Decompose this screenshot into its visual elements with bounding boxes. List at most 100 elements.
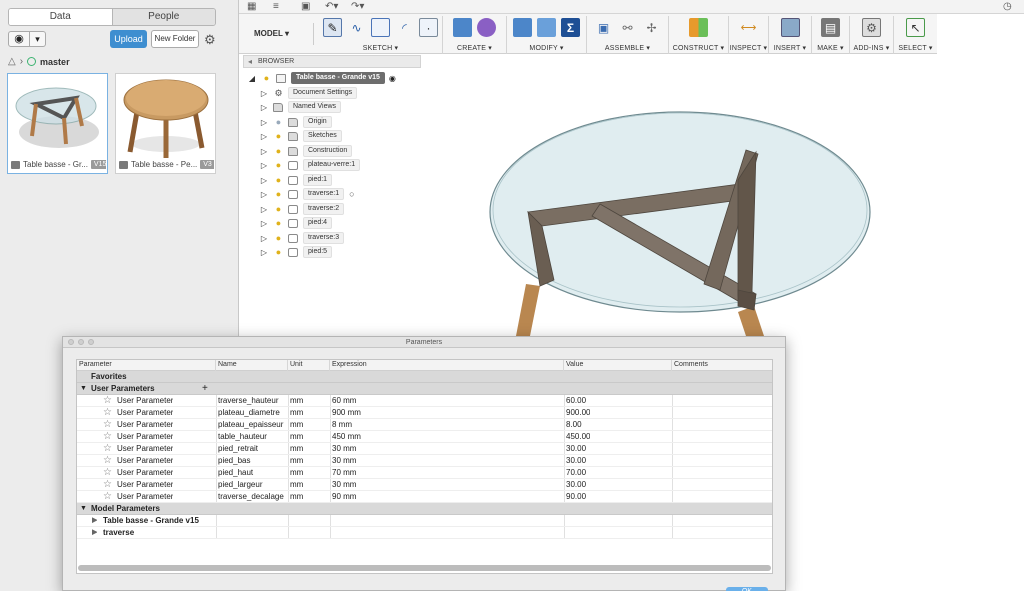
- table-row[interactable]: ☆ User Parameter pied_bas mm 30 mm 30.00: [77, 455, 772, 467]
- user-parameters-group[interactable]: ▼ User Parameters +: [77, 383, 772, 395]
- visibility-bulb-icon[interactable]: ●: [274, 175, 283, 185]
- tab-data[interactable]: Data: [9, 9, 113, 25]
- tree-node[interactable]: ▷ Named Views: [260, 101, 342, 113]
- press-pull-icon[interactable]: [513, 18, 532, 37]
- construct-menu[interactable]: CONSTRUCT ▾: [669, 44, 728, 52]
- param-name[interactable]: traverse_decalage: [218, 491, 286, 503]
- star-icon[interactable]: ☆: [103, 467, 112, 479]
- design-thumbnail[interactable]: Table basse - Pe... V3: [115, 73, 216, 174]
- expand-icon[interactable]: ▷: [260, 219, 268, 228]
- close-window-button[interactable]: [68, 339, 74, 345]
- select-icon[interactable]: ↖: [906, 18, 925, 37]
- star-icon[interactable]: ☆: [103, 419, 112, 431]
- param-unit[interactable]: mm: [290, 431, 303, 443]
- extrude-icon[interactable]: [453, 18, 472, 37]
- upload-button[interactable]: Upload: [110, 30, 147, 48]
- param-name[interactable]: pied_bas: [218, 455, 286, 467]
- table-row[interactable]: ☆ User Parameter pied_retrait mm 30 mm 3…: [77, 443, 772, 455]
- create-form-icon[interactable]: [477, 18, 496, 37]
- param-name[interactable]: table_hauteur: [218, 431, 286, 443]
- sketch-icon[interactable]: ✎: [323, 18, 342, 37]
- expand-icon[interactable]: ▷: [260, 161, 268, 170]
- table-row[interactable]: ☆ User Parameter traverse_hauteur mm 60 …: [77, 395, 772, 407]
- menu-icon[interactable]: ≡: [273, 0, 279, 13]
- param-expression[interactable]: 450 mm: [332, 431, 361, 443]
- print-3d-icon[interactable]: ▤: [821, 18, 840, 37]
- param-unit[interactable]: mm: [290, 491, 303, 503]
- insert-menu[interactable]: INSERT ▾: [769, 44, 811, 52]
- param-name[interactable]: plateau_diametre: [218, 407, 286, 419]
- visibility-bulb-icon[interactable]: ●: [274, 160, 283, 170]
- param-unit[interactable]: mm: [290, 455, 303, 467]
- minimize-window-button[interactable]: [78, 339, 84, 345]
- param-name[interactable]: pied_haut: [218, 467, 286, 479]
- model-component-row[interactable]: ▶ traverse: [77, 527, 772, 539]
- param-name[interactable]: pied_retrait: [218, 443, 286, 455]
- spline-icon[interactable]: ∿: [347, 18, 366, 37]
- ok-button[interactable]: OK: [726, 587, 768, 591]
- expand-icon[interactable]: ▷: [260, 234, 268, 243]
- design-thumbnail[interactable]: Table basse - Gr... V15: [7, 73, 108, 174]
- column-header[interactable]: Comments: [672, 360, 772, 371]
- expand-icon[interactable]: ▷: [260, 248, 268, 257]
- tree-node[interactable]: ▷ ● plateau-verre:1: [260, 159, 361, 171]
- visibility-bulb-icon[interactable]: ●: [274, 117, 283, 127]
- active-radio-icon[interactable]: ◉: [389, 74, 396, 83]
- visibility-bulb-icon[interactable]: ●: [274, 189, 283, 199]
- star-icon[interactable]: ☆: [103, 491, 112, 503]
- assemble-menu[interactable]: ASSEMBLE ▾: [587, 44, 668, 52]
- param-expression[interactable]: 60 mm: [332, 395, 356, 407]
- offset-plane-icon[interactable]: [689, 18, 708, 37]
- table-row[interactable]: ☆ User Parameter traverse_decalage mm 90…: [77, 491, 772, 503]
- table-row[interactable]: ☆ User Parameter pied_largeur mm 30 mm 3…: [77, 479, 772, 491]
- measure-icon[interactable]: ⟷: [739, 18, 758, 37]
- expand-icon[interactable]: ▷: [260, 190, 268, 199]
- collapse-icon[interactable]: ◢: [248, 74, 256, 83]
- inspect-menu[interactable]: INSPECT ▾: [729, 44, 768, 52]
- param-unit[interactable]: mm: [290, 443, 303, 455]
- model-component-row[interactable]: ▶ Table basse - Grande v15: [77, 515, 772, 527]
- favorites-row[interactable]: Favorites: [77, 371, 772, 383]
- chevron-down-icon[interactable]: ▾: [30, 31, 46, 47]
- column-header[interactable]: Expression: [330, 360, 564, 371]
- param-expression[interactable]: 30 mm: [332, 455, 356, 467]
- scripts-icon[interactable]: ⚙: [862, 18, 881, 37]
- tree-node[interactable]: ▷ ● pied:1: [260, 174, 333, 186]
- tab-people[interactable]: People: [112, 9, 215, 25]
- expand-icon[interactable]: ▷: [260, 103, 268, 112]
- make-menu[interactable]: MAKE ▾: [812, 44, 849, 52]
- param-expression[interactable]: 90 mm: [332, 491, 356, 503]
- expand-icon[interactable]: ▷: [260, 176, 268, 185]
- star-icon[interactable]: ☆: [103, 479, 112, 491]
- column-header[interactable]: Name: [216, 360, 288, 371]
- modify-menu[interactable]: MODIFY ▾: [507, 44, 586, 52]
- workspace-selector[interactable]: MODEL ▾: [254, 23, 314, 45]
- sketch-menu[interactable]: SKETCH ▾: [319, 44, 442, 52]
- horizontal-scrollbar[interactable]: [78, 565, 771, 571]
- collapse-icon[interactable]: ▼: [80, 503, 87, 515]
- zoom-window-button[interactable]: [88, 339, 94, 345]
- star-icon[interactable]: ☆: [103, 395, 112, 407]
- star-icon[interactable]: ☆: [103, 407, 112, 419]
- add-ins-menu[interactable]: ADD-INS ▾: [850, 44, 893, 52]
- param-name[interactable]: plateau_epaisseur: [218, 419, 287, 431]
- param-unit[interactable]: mm: [290, 419, 303, 431]
- tree-node[interactable]: ▷ ● traverse:3: [260, 232, 345, 244]
- star-icon[interactable]: ☆: [103, 431, 112, 443]
- table-row[interactable]: ☆ User Parameter plateau_diametre mm 900…: [77, 407, 772, 419]
- expand-icon[interactable]: ▷: [260, 205, 268, 214]
- column-header[interactable]: Value: [564, 360, 672, 371]
- parameters-icon[interactable]: Σ: [561, 18, 580, 37]
- browser-header[interactable]: BROWSER: [243, 55, 421, 68]
- new-folder-button[interactable]: New Folder: [151, 30, 199, 48]
- insert-image-icon[interactable]: [780, 18, 800, 37]
- redo-icon[interactable]: ↷▾: [351, 0, 364, 13]
- tree-node[interactable]: ▷ ● Origin: [260, 116, 332, 128]
- table-row[interactable]: ☆ User Parameter plateau_epaisseur mm 8 …: [77, 419, 772, 431]
- tree-node[interactable]: ▷ ● traverse:1 ○: [260, 188, 355, 200]
- grid-icon[interactable]: ▦: [247, 0, 256, 13]
- new-component-icon[interactable]: ▣: [594, 18, 613, 37]
- arc-icon[interactable]: ◜: [395, 18, 414, 37]
- tree-node[interactable]: ▷ ● Construction: [260, 145, 353, 157]
- joint-icon[interactable]: ⚯: [618, 18, 637, 37]
